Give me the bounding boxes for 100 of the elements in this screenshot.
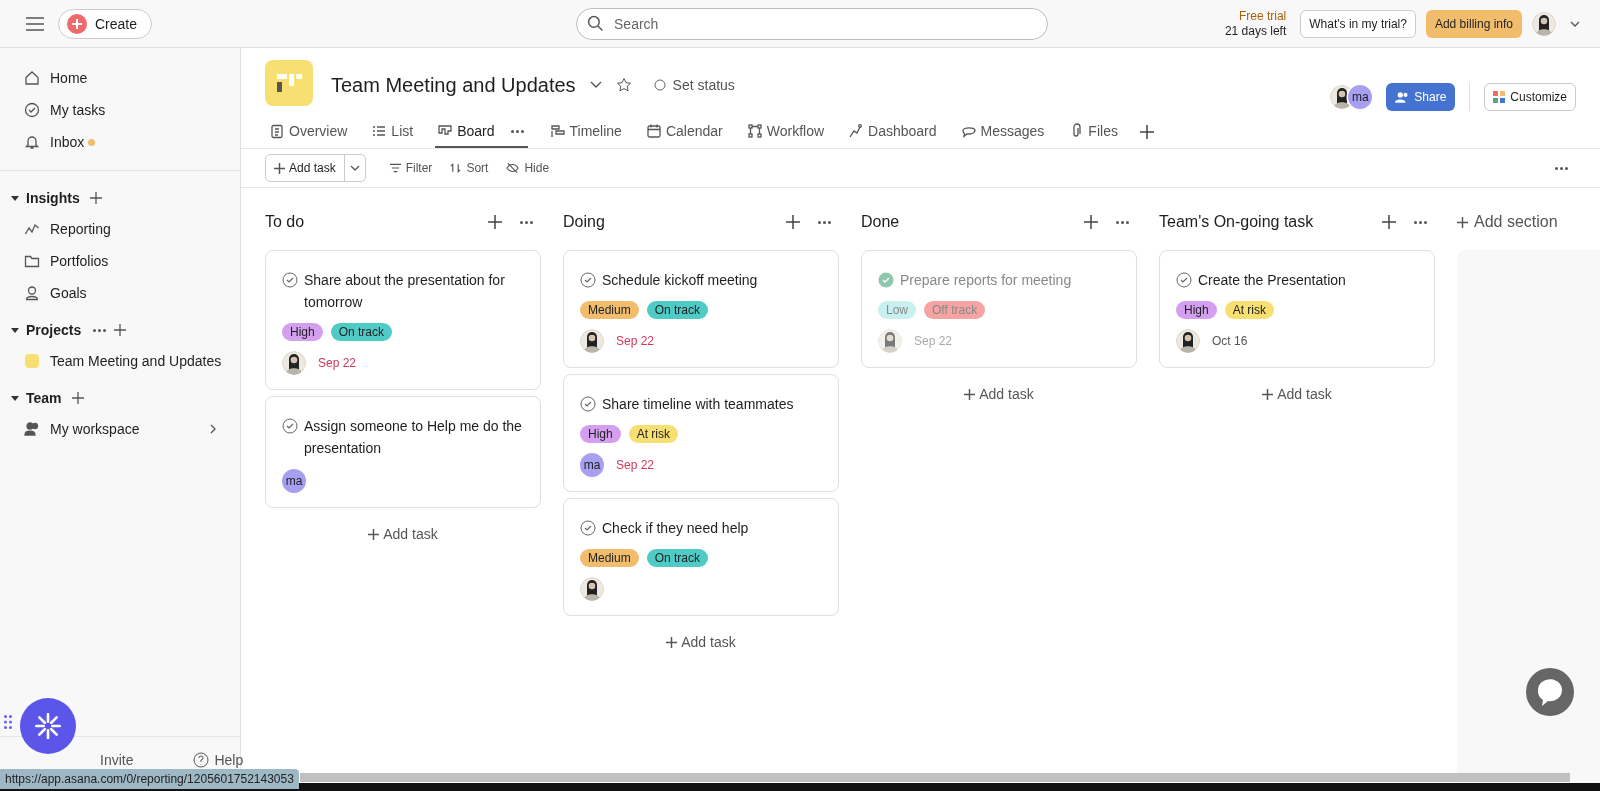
check-icon[interactable]: [1176, 272, 1192, 288]
check-icon[interactable]: [580, 520, 596, 536]
view-tab[interactable]: Overview: [267, 116, 350, 148]
tag: Low: [878, 301, 916, 319]
search-bar[interactable]: Search: [576, 7, 1049, 40]
sidebar-item[interactable]: Team Meeting and Updates: [0, 345, 240, 377]
view-tab[interactable]: Files: [1066, 116, 1120, 148]
drag-handle-icon[interactable]: [4, 715, 12, 729]
check-icon[interactable]: [282, 272, 298, 288]
plus-icon: [666, 636, 678, 648]
avatar: [878, 329, 902, 353]
add-task-button[interactable]: Add task: [666, 634, 736, 650]
share-button[interactable]: Share: [1386, 83, 1456, 111]
caret-icon[interactable]: [589, 81, 602, 89]
add-section-button[interactable]: Add section: [1457, 204, 1600, 240]
sidebar-item[interactable]: Goals: [0, 277, 240, 309]
add-task-button[interactable]: Add task: [368, 526, 438, 542]
sidebar-item[interactable]: Inbox: [0, 126, 240, 158]
task-card[interactable]: Assign someone to Help me do the presentation ma: [265, 396, 541, 508]
task-card[interactable]: Share about the presentation for tomorrow High On track Sep 22: [265, 250, 541, 390]
help-link[interactable]: Help: [193, 752, 244, 768]
sidebar-item[interactable]: My tasks: [0, 94, 240, 126]
sidebar-item[interactable]: Home: [0, 62, 240, 94]
plus-icon[interactable]: [1084, 215, 1098, 229]
plus-icon[interactable]: [1139, 125, 1154, 139]
square-icon: [24, 353, 40, 369]
task-card[interactable]: Check if they need help Medium On track: [563, 498, 839, 616]
task-title: Check if they need help: [602, 519, 749, 538]
workflow-icon: [746, 123, 763, 139]
tag: On track: [646, 549, 709, 567]
task-card[interactable]: Share timeline with teammates High At risk ma Sep 22: [563, 374, 839, 492]
plus-icon[interactable]: [71, 392, 84, 404]
sparkle-icon: [35, 713, 61, 739]
check-icon[interactable]: [878, 272, 894, 288]
avatar: ma: [1348, 85, 1373, 109]
bell-icon: [24, 134, 40, 150]
status-url: https://app.asana.com/0/reporting/1205601752143053: [0, 769, 299, 789]
plus-icon[interactable]: [89, 192, 102, 204]
invite-link[interactable]: Invite: [100, 752, 134, 768]
help-icon: [193, 752, 210, 768]
view-tab[interactable]: Timeline: [547, 116, 624, 148]
scrollbar[interactable]: [300, 773, 1570, 782]
star-icon[interactable]: [615, 77, 632, 93]
add-task-button[interactable]: Add task: [265, 154, 366, 182]
billing-button[interactable]: Add billing info: [1425, 9, 1522, 38]
plus-icon[interactable]: [1382, 215, 1396, 229]
check-icon[interactable]: [580, 396, 596, 412]
add-task-button[interactable]: Add task: [1262, 386, 1332, 402]
plus-icon: [964, 388, 976, 400]
view-tab[interactable]: Messages: [958, 116, 1047, 148]
task-card[interactable]: Schedule kickoff meeting Medium On track Sep 22: [563, 250, 839, 368]
due-date: Sep 22: [616, 334, 655, 348]
view-tab[interactable]: Workflow: [744, 116, 827, 148]
customize-button[interactable]: Customize: [1484, 83, 1576, 111]
person-icon: [24, 285, 40, 301]
sidebar-item[interactable]: Portfolios: [0, 245, 240, 277]
chat-icon[interactable]: [1526, 668, 1574, 716]
create-button[interactable]: Create: [58, 8, 153, 39]
avatar: [1176, 329, 1200, 353]
caret-icon[interactable]: [10, 193, 20, 203]
plus-icon[interactable]: [114, 324, 127, 336]
task-title: Assign someone to Help me do the presentation: [304, 417, 523, 458]
timeline-icon: [549, 123, 566, 139]
due-date: Sep 22: [914, 334, 953, 348]
caret-icon[interactable]: [10, 393, 20, 403]
view-tab[interactable]: Board: [435, 116, 528, 148]
trial-button[interactable]: What's in my trial?: [1300, 9, 1416, 38]
hide-button[interactable]: Hide: [506, 161, 550, 175]
section-title[interactable]: Projects: [26, 322, 82, 338]
view-tab[interactable]: List: [369, 116, 416, 148]
sidebar-item[interactable]: My workspace: [0, 413, 240, 445]
check-icon[interactable]: [282, 418, 298, 434]
tag: On track: [330, 323, 393, 341]
section-title[interactable]: Insights: [26, 190, 80, 206]
view-tab[interactable]: Dashboard: [846, 116, 939, 148]
add-task-button[interactable]: Add task: [964, 386, 1034, 402]
tag: At risk: [1224, 301, 1275, 319]
plus-icon[interactable]: [786, 215, 800, 229]
view-tab[interactable]: Calendar: [643, 116, 725, 148]
menu-icon[interactable]: [26, 16, 44, 31]
task-title: Schedule kickoff meeting: [602, 271, 758, 290]
set-status-button[interactable]: Set status: [653, 77, 735, 93]
section-title[interactable]: Team: [26, 390, 62, 406]
task-card[interactable]: Prepare reports for meeting Low Off track Sep 22: [861, 250, 1137, 368]
sort-button[interactable]: Sort: [450, 161, 489, 175]
plus-icon[interactable]: [488, 215, 502, 229]
filter-button[interactable]: Filter: [389, 161, 433, 175]
sidebar-item[interactable]: Reporting: [0, 213, 240, 245]
task-card[interactable]: Create the Presentation High At risk Oct 16: [1159, 250, 1435, 368]
search-field[interactable]: Search: [612, 14, 1038, 33]
task-title: Share about the presentation for tomorrow: [304, 271, 506, 312]
avatar: [580, 329, 604, 353]
avatar: ma: [580, 453, 604, 477]
sort-icon: [450, 163, 462, 173]
tag: High: [1176, 301, 1217, 319]
chevron-icon: [210, 424, 216, 434]
task-title: Prepare reports for meeting: [900, 271, 1072, 290]
check-icon[interactable]: [580, 272, 596, 288]
caret-icon[interactable]: [10, 325, 20, 335]
caret-icon[interactable]: [1570, 20, 1580, 27]
